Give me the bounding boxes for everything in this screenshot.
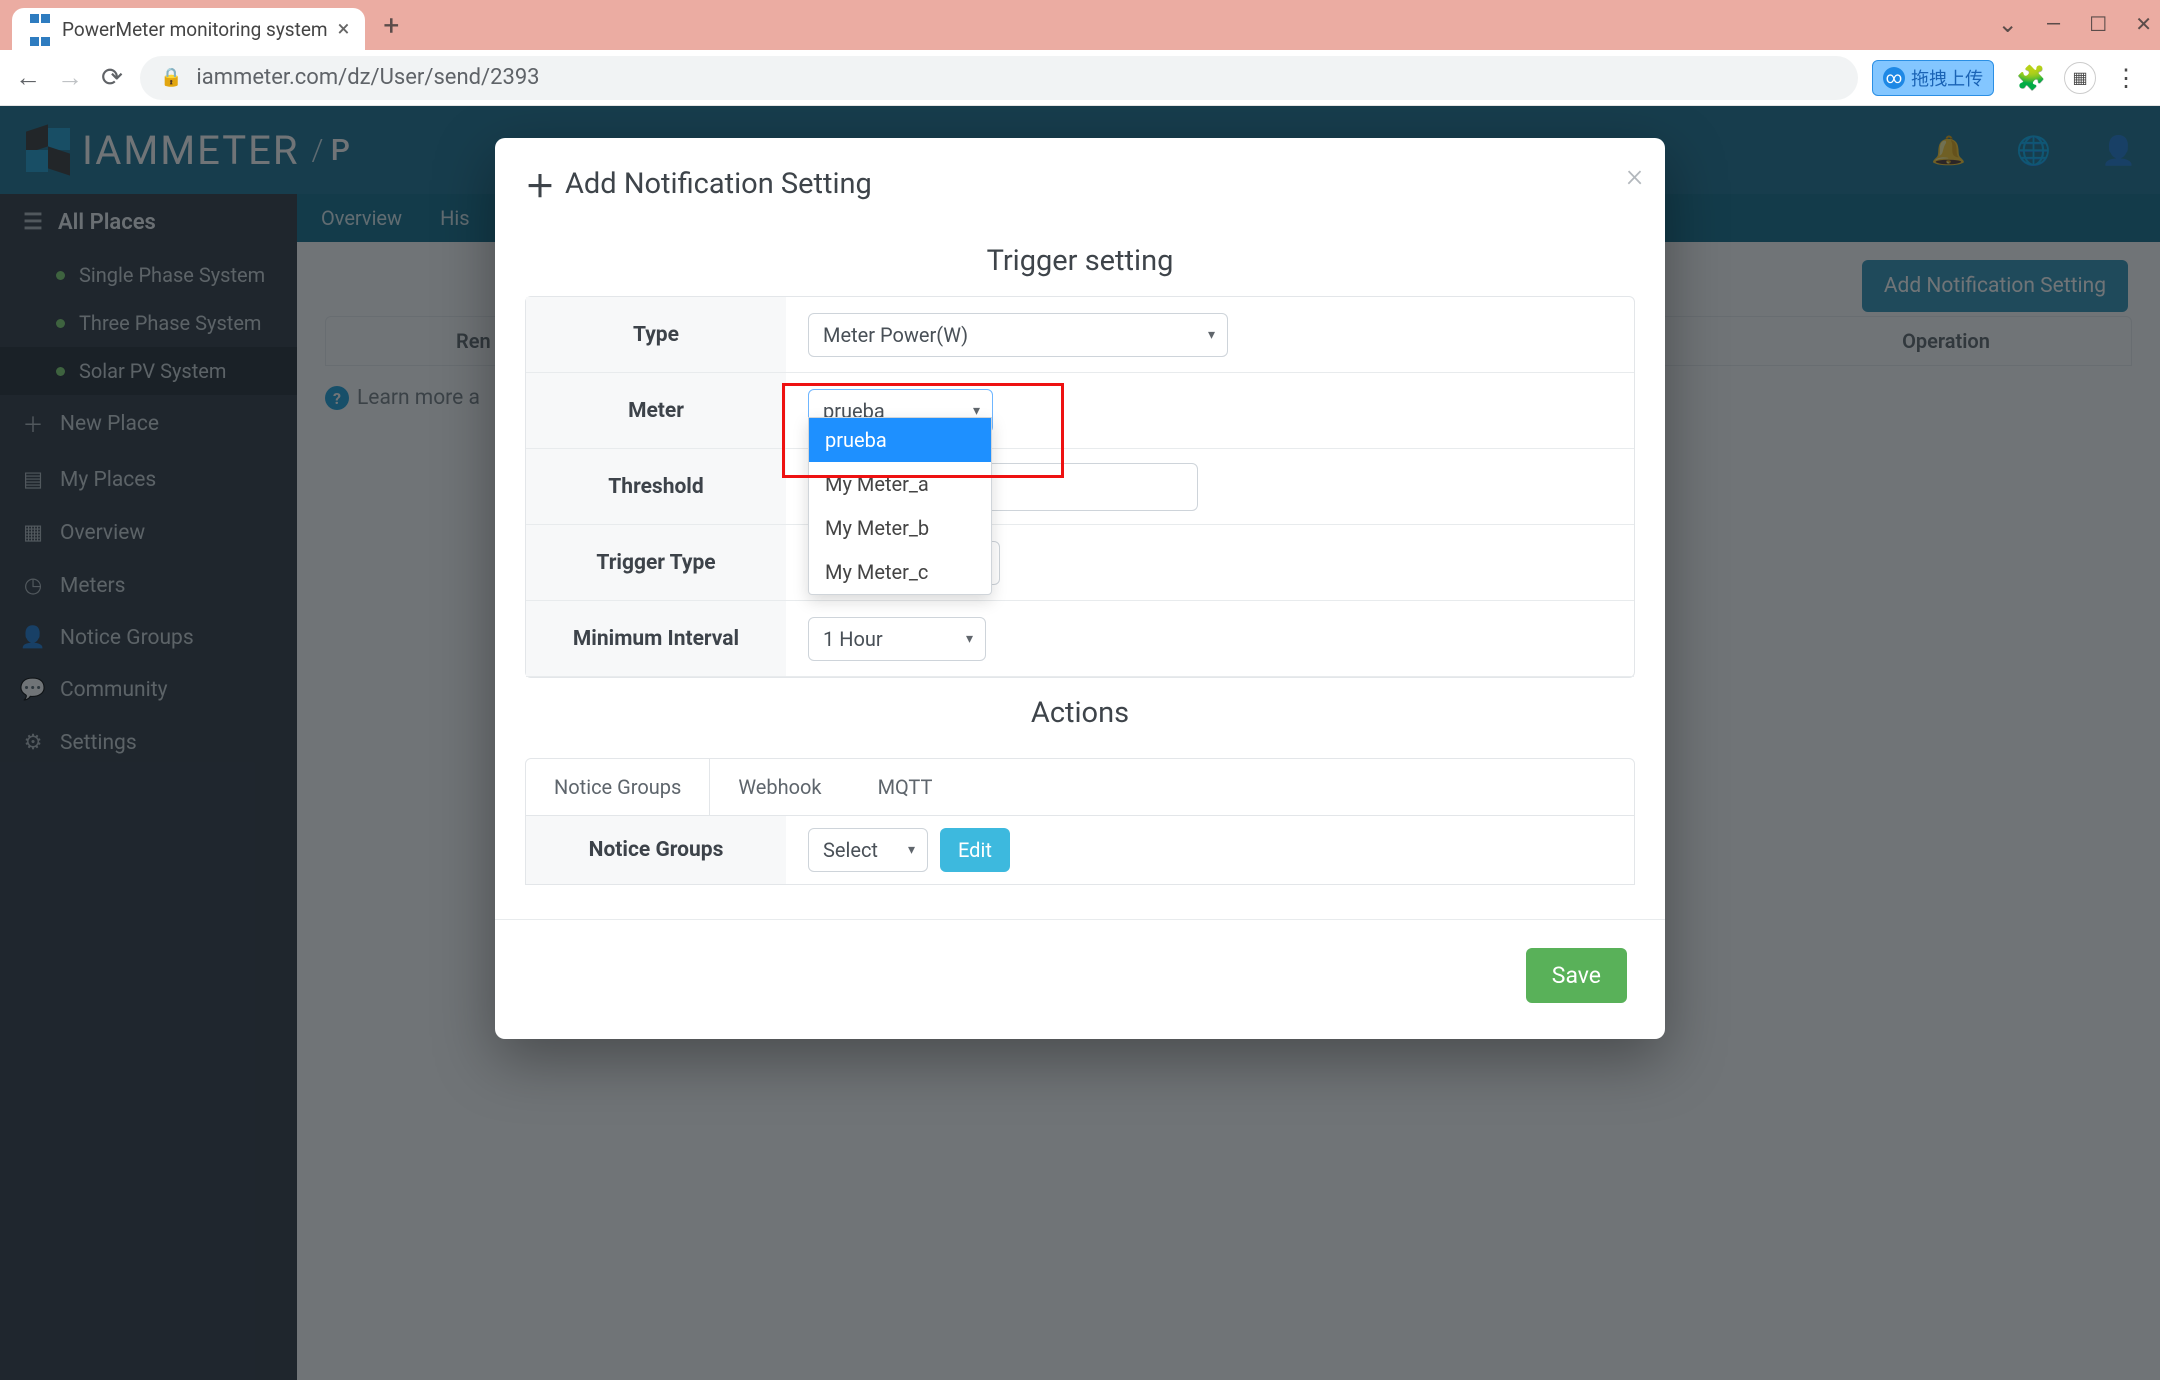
- label-notice-groups: Notice Groups: [526, 816, 786, 884]
- url-text: iammeter.com/dz/User/send/2393: [196, 65, 539, 90]
- chevron-down-icon: ▾: [1208, 327, 1215, 343]
- plus-icon: ＋: [525, 162, 555, 206]
- modal-overlay: ＋ Add Notification Setting × Trigger set…: [0, 106, 2160, 1380]
- meter-dropdown: prueba My Meter_a My Meter_b My Meter_c: [808, 417, 992, 595]
- minimize-icon[interactable]: —: [2046, 12, 2062, 36]
- address-bar[interactable]: 🔒 iammeter.com/dz/User/send/2393: [140, 56, 1858, 100]
- meter-option[interactable]: My Meter_b: [809, 506, 991, 550]
- browser-tab[interactable]: PowerMeter monitoring system ×: [12, 8, 365, 50]
- browser-chrome: PowerMeter monitoring system × + ⌄ — ☐ ✕…: [0, 0, 2160, 1380]
- label-threshold: Threshold: [526, 449, 786, 524]
- extension-icons: 🧩 ▦ ⋮: [2008, 62, 2146, 94]
- chevron-down-icon: ▾: [966, 631, 973, 647]
- modal-close-button[interactable]: ×: [1626, 156, 1643, 194]
- chevron-down-icon[interactable]: ⌄: [1998, 10, 2018, 38]
- chevron-down-icon: ▾: [908, 842, 915, 858]
- trigger-section-title: Trigger setting: [495, 226, 1665, 296]
- tab-favicon: [28, 17, 52, 41]
- lock-icon: 🔒: [160, 67, 182, 88]
- new-tab-button[interactable]: +: [365, 9, 413, 50]
- actions-section-title: Actions: [495, 678, 1665, 748]
- tab-webhook[interactable]: Webhook: [710, 759, 849, 815]
- cloud-icon: ∞: [1883, 67, 1905, 89]
- label-type: Type: [526, 297, 786, 372]
- label-trigger-type: Trigger Type: [526, 525, 786, 600]
- tab-mqtt[interactable]: MQTT: [850, 759, 961, 815]
- meter-option[interactable]: My Meter_a: [809, 462, 991, 506]
- app-viewport: IAMMETER / P 🔔 🌐 👤 ☰ All Places: [0, 106, 2160, 1380]
- modal-title: ＋ Add Notification Setting: [495, 138, 1665, 226]
- trigger-form: Type Meter Power(W)▾ Meter prueba ▾: [525, 296, 1635, 678]
- label-meter: Meter: [526, 373, 786, 448]
- edit-button[interactable]: Edit: [940, 828, 1010, 872]
- forward-button[interactable]: →: [56, 64, 84, 92]
- select-type[interactable]: Meter Power(W)▾: [808, 313, 1228, 357]
- select-min-interval[interactable]: 1 Hour▾: [808, 617, 986, 661]
- extension-item-icon[interactable]: ▦: [2064, 62, 2096, 94]
- extensions-icon[interactable]: 🧩: [2016, 64, 2046, 92]
- browser-tab-strip: PowerMeter monitoring system × + ⌄ — ☐ ✕: [0, 0, 2160, 50]
- tab-title: PowerMeter monitoring system: [62, 18, 328, 41]
- save-button[interactable]: Save: [1526, 948, 1627, 1003]
- select-notice-groups[interactable]: Select▾: [808, 828, 928, 872]
- add-notification-modal: ＋ Add Notification Setting × Trigger set…: [495, 138, 1665, 1039]
- back-button[interactable]: ←: [14, 64, 42, 92]
- action-tabs: Notice Groups Webhook MQTT: [525, 758, 1635, 816]
- close-window-icon[interactable]: ✕: [2135, 12, 2152, 36]
- close-icon[interactable]: ×: [338, 17, 350, 42]
- browser-toolbar: ← → ⟳ 🔒 iammeter.com/dz/User/send/2393 ∞…: [0, 50, 2160, 106]
- browser-menu-icon[interactable]: ⋮: [2114, 64, 2138, 92]
- extension-badge-text: 拖拽上传: [1911, 65, 1983, 91]
- window-controls: ⌄ — ☐ ✕: [1998, 10, 2152, 38]
- label-min-interval: Minimum Interval: [526, 601, 786, 676]
- extension-badge[interactable]: ∞ 拖拽上传: [1872, 60, 1994, 96]
- meter-option[interactable]: prueba: [809, 418, 991, 462]
- maximize-icon[interactable]: ☐: [2089, 12, 2107, 36]
- tab-notice-groups[interactable]: Notice Groups: [526, 759, 710, 815]
- meter-option[interactable]: My Meter_c: [809, 550, 991, 594]
- reload-button[interactable]: ⟳: [98, 64, 126, 92]
